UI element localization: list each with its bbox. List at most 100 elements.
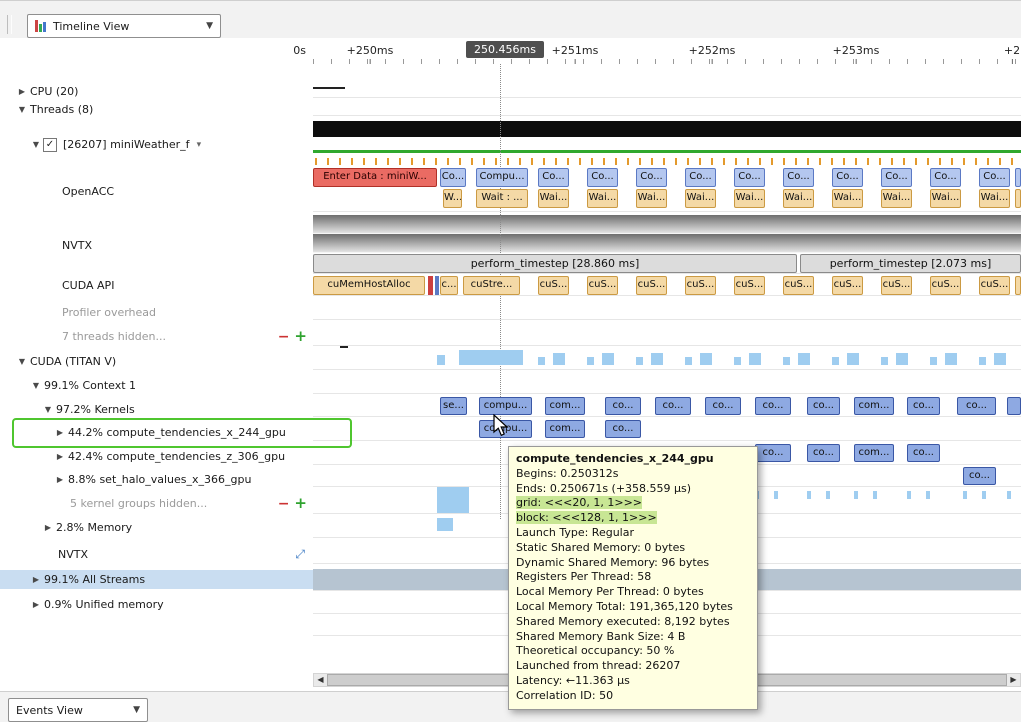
kernel-tick[interactable] <box>826 491 830 499</box>
timeline-bar[interactable] <box>1015 276 1021 295</box>
kernel-bar[interactable] <box>1007 397 1021 415</box>
kernel-bar[interactable]: co... <box>605 420 641 438</box>
timeline-bar[interactable]: Co... <box>979 168 1010 187</box>
gpu-activity-bar[interactable] <box>587 357 594 365</box>
gpu-activity-bar[interactable] <box>783 357 790 365</box>
timeline-bar[interactable]: Wai... <box>636 189 667 208</box>
gpu-activity-bar[interactable] <box>749 353 761 365</box>
tree-expander-icon[interactable]: ▶ <box>30 600 42 609</box>
events-view-dropdown[interactable]: Events View ▼ <box>8 698 148 722</box>
scroll-left-icon[interactable]: ◀ <box>314 674 327 686</box>
timeline-bar[interactable]: Wait : ... <box>476 189 528 208</box>
kernel-bar[interactable]: se... <box>440 397 467 415</box>
kernel-tick[interactable] <box>907 491 911 499</box>
kernel-tick[interactable] <box>1007 491 1011 499</box>
timeline-bar[interactable]: cuS... <box>734 276 765 295</box>
kernel-bar[interactable]: com... <box>854 444 894 462</box>
sidebar-row[interactable]: ▶ 0.9% Unified memory <box>0 595 313 614</box>
kernel-bar[interactable]: com... <box>545 397 585 415</box>
gpu-activity-bar[interactable] <box>700 353 712 365</box>
thread-checkbox[interactable]: ✓ <box>43 138 57 152</box>
kernel-bar[interactable]: compu... <box>479 397 532 415</box>
timeline-bar[interactable]: cuS... <box>881 276 912 295</box>
gpu-activity-bar[interactable] <box>832 357 839 365</box>
timeline-bar[interactable]: Enter Data : miniW... <box>313 168 437 187</box>
gpu-activity-bar[interactable] <box>979 357 986 365</box>
show-rows-icon[interactable]: + <box>294 329 307 344</box>
timeline-bar[interactable]: cuStre... <box>463 276 520 295</box>
sidebar-row[interactable]: OpenACC <box>0 182 313 201</box>
tree-expander-icon[interactable]: ▼ <box>16 105 28 114</box>
timeline-bar[interactable] <box>1015 189 1021 208</box>
kernel-tick[interactable] <box>982 491 986 499</box>
sidebar-row[interactable]: ▶ 99.1% All Streams <box>0 570 313 589</box>
sidebar-row[interactable]: 7 threads hidden... − + <box>0 327 313 346</box>
tree-expander-icon[interactable]: ▶ <box>16 87 28 96</box>
timeline-bar[interactable]: Wai... <box>587 189 618 208</box>
gpu-activity-bar[interactable] <box>651 353 663 365</box>
tree-expander-icon[interactable]: ▶ <box>30 575 42 584</box>
timeline-bar[interactable]: Wai... <box>881 189 912 208</box>
sidebar-row[interactable]: ▶ CPU (20) <box>0 82 313 101</box>
timeline-bar[interactable]: Wai... <box>930 189 961 208</box>
timeline-bar[interactable]: W... <box>443 189 462 208</box>
kernel-tick[interactable] <box>807 491 811 499</box>
sidebar-row[interactable]: ▶ 2.8% Memory <box>0 518 313 537</box>
timeline-bar[interactable]: Co... <box>930 168 961 187</box>
timeline-bar[interactable] <box>435 276 439 295</box>
sidebar-row[interactable]: ▼ CUDA (TITAN V) <box>0 352 313 371</box>
timeline-bar[interactable]: cuS... <box>587 276 618 295</box>
kernel-bar[interactable]: co... <box>807 444 840 462</box>
timeline-bar[interactable]: Co... <box>832 168 863 187</box>
kernel-bar[interactable]: co... <box>957 397 996 415</box>
sidebar-row[interactable]: ▼ 97.2% Kernels <box>0 400 313 419</box>
gpu-activity-bar[interactable] <box>685 357 692 365</box>
timeline-bar[interactable]: cuS... <box>783 276 814 295</box>
tree-expander-icon[interactable]: ▶ <box>54 475 66 484</box>
timeline-bar[interactable]: Co... <box>440 168 466 187</box>
tree-expander-icon[interactable]: ▼ <box>30 140 42 149</box>
timeline-bar[interactable]: Wai... <box>538 189 569 208</box>
gpu-activity-bar[interactable] <box>798 353 810 365</box>
kernel-tick[interactable] <box>854 491 858 499</box>
timeline-bar[interactable]: cuS... <box>636 276 667 295</box>
kernel-bar[interactable]: co... <box>605 397 641 415</box>
kernel-tick[interactable] <box>774 491 778 499</box>
gpu-activity-bar[interactable] <box>881 357 888 365</box>
gpu-activity-bar[interactable] <box>636 357 643 365</box>
nvtx-range-bar[interactable]: perform_timestep [2.073 ms] <box>800 254 1021 273</box>
timeline-bar[interactable]: Co... <box>685 168 716 187</box>
sidebar-row[interactable]: ▼ ✓ [26207] miniWeather_f ▾ <box>0 135 313 154</box>
tree-expander-icon[interactable]: ▼ <box>30 381 42 390</box>
timeline-bar[interactable] <box>1015 168 1021 187</box>
kernel-bar[interactable]: com... <box>545 420 585 438</box>
kernel-bar[interactable]: co... <box>755 444 791 462</box>
gpu-activity-bar[interactable] <box>994 353 1006 365</box>
timeline-bar[interactable]: Co... <box>783 168 814 187</box>
gpu-activity-bar[interactable] <box>945 353 957 365</box>
kernel-bar[interactable]: com... <box>854 397 894 415</box>
tree-expander-icon[interactable]: ▶ <box>42 523 54 532</box>
kernel-bar[interactable]: co... <box>705 397 741 415</box>
sidebar-row[interactable]: Profiler overhead <box>0 303 313 322</box>
sidebar-row[interactable]: 5 kernel groups hidden... − + <box>0 494 313 513</box>
gpu-activity-bar[interactable] <box>538 357 545 365</box>
expand-row-icon[interactable]: ⤢ <box>295 547 305 562</box>
tree-expander-icon[interactable]: ▶ <box>54 452 66 461</box>
kernel-tick[interactable] <box>963 491 967 499</box>
gpu-activity-bar[interactable] <box>602 353 614 365</box>
timeline-bar[interactable]: c... <box>440 276 458 295</box>
gpu-activity-bar[interactable] <box>896 353 908 365</box>
timeline-bar[interactable]: Co... <box>636 168 667 187</box>
gpu-activity-bar[interactable] <box>930 357 937 365</box>
timeline-bar[interactable] <box>428 276 433 295</box>
memory-transfer-bar[interactable] <box>437 518 453 531</box>
timeline-bar[interactable]: Co... <box>587 168 618 187</box>
kernel-bar[interactable]: co... <box>755 397 791 415</box>
hide-rows-icon[interactable]: − <box>278 497 290 511</box>
kernel-bar[interactable]: co... <box>907 444 940 462</box>
show-rows-icon[interactable]: + <box>294 496 307 511</box>
timeline-bar[interactable]: cuS... <box>685 276 716 295</box>
timeline-bar[interactable]: Co... <box>734 168 765 187</box>
gpu-activity-bar[interactable] <box>847 353 859 365</box>
